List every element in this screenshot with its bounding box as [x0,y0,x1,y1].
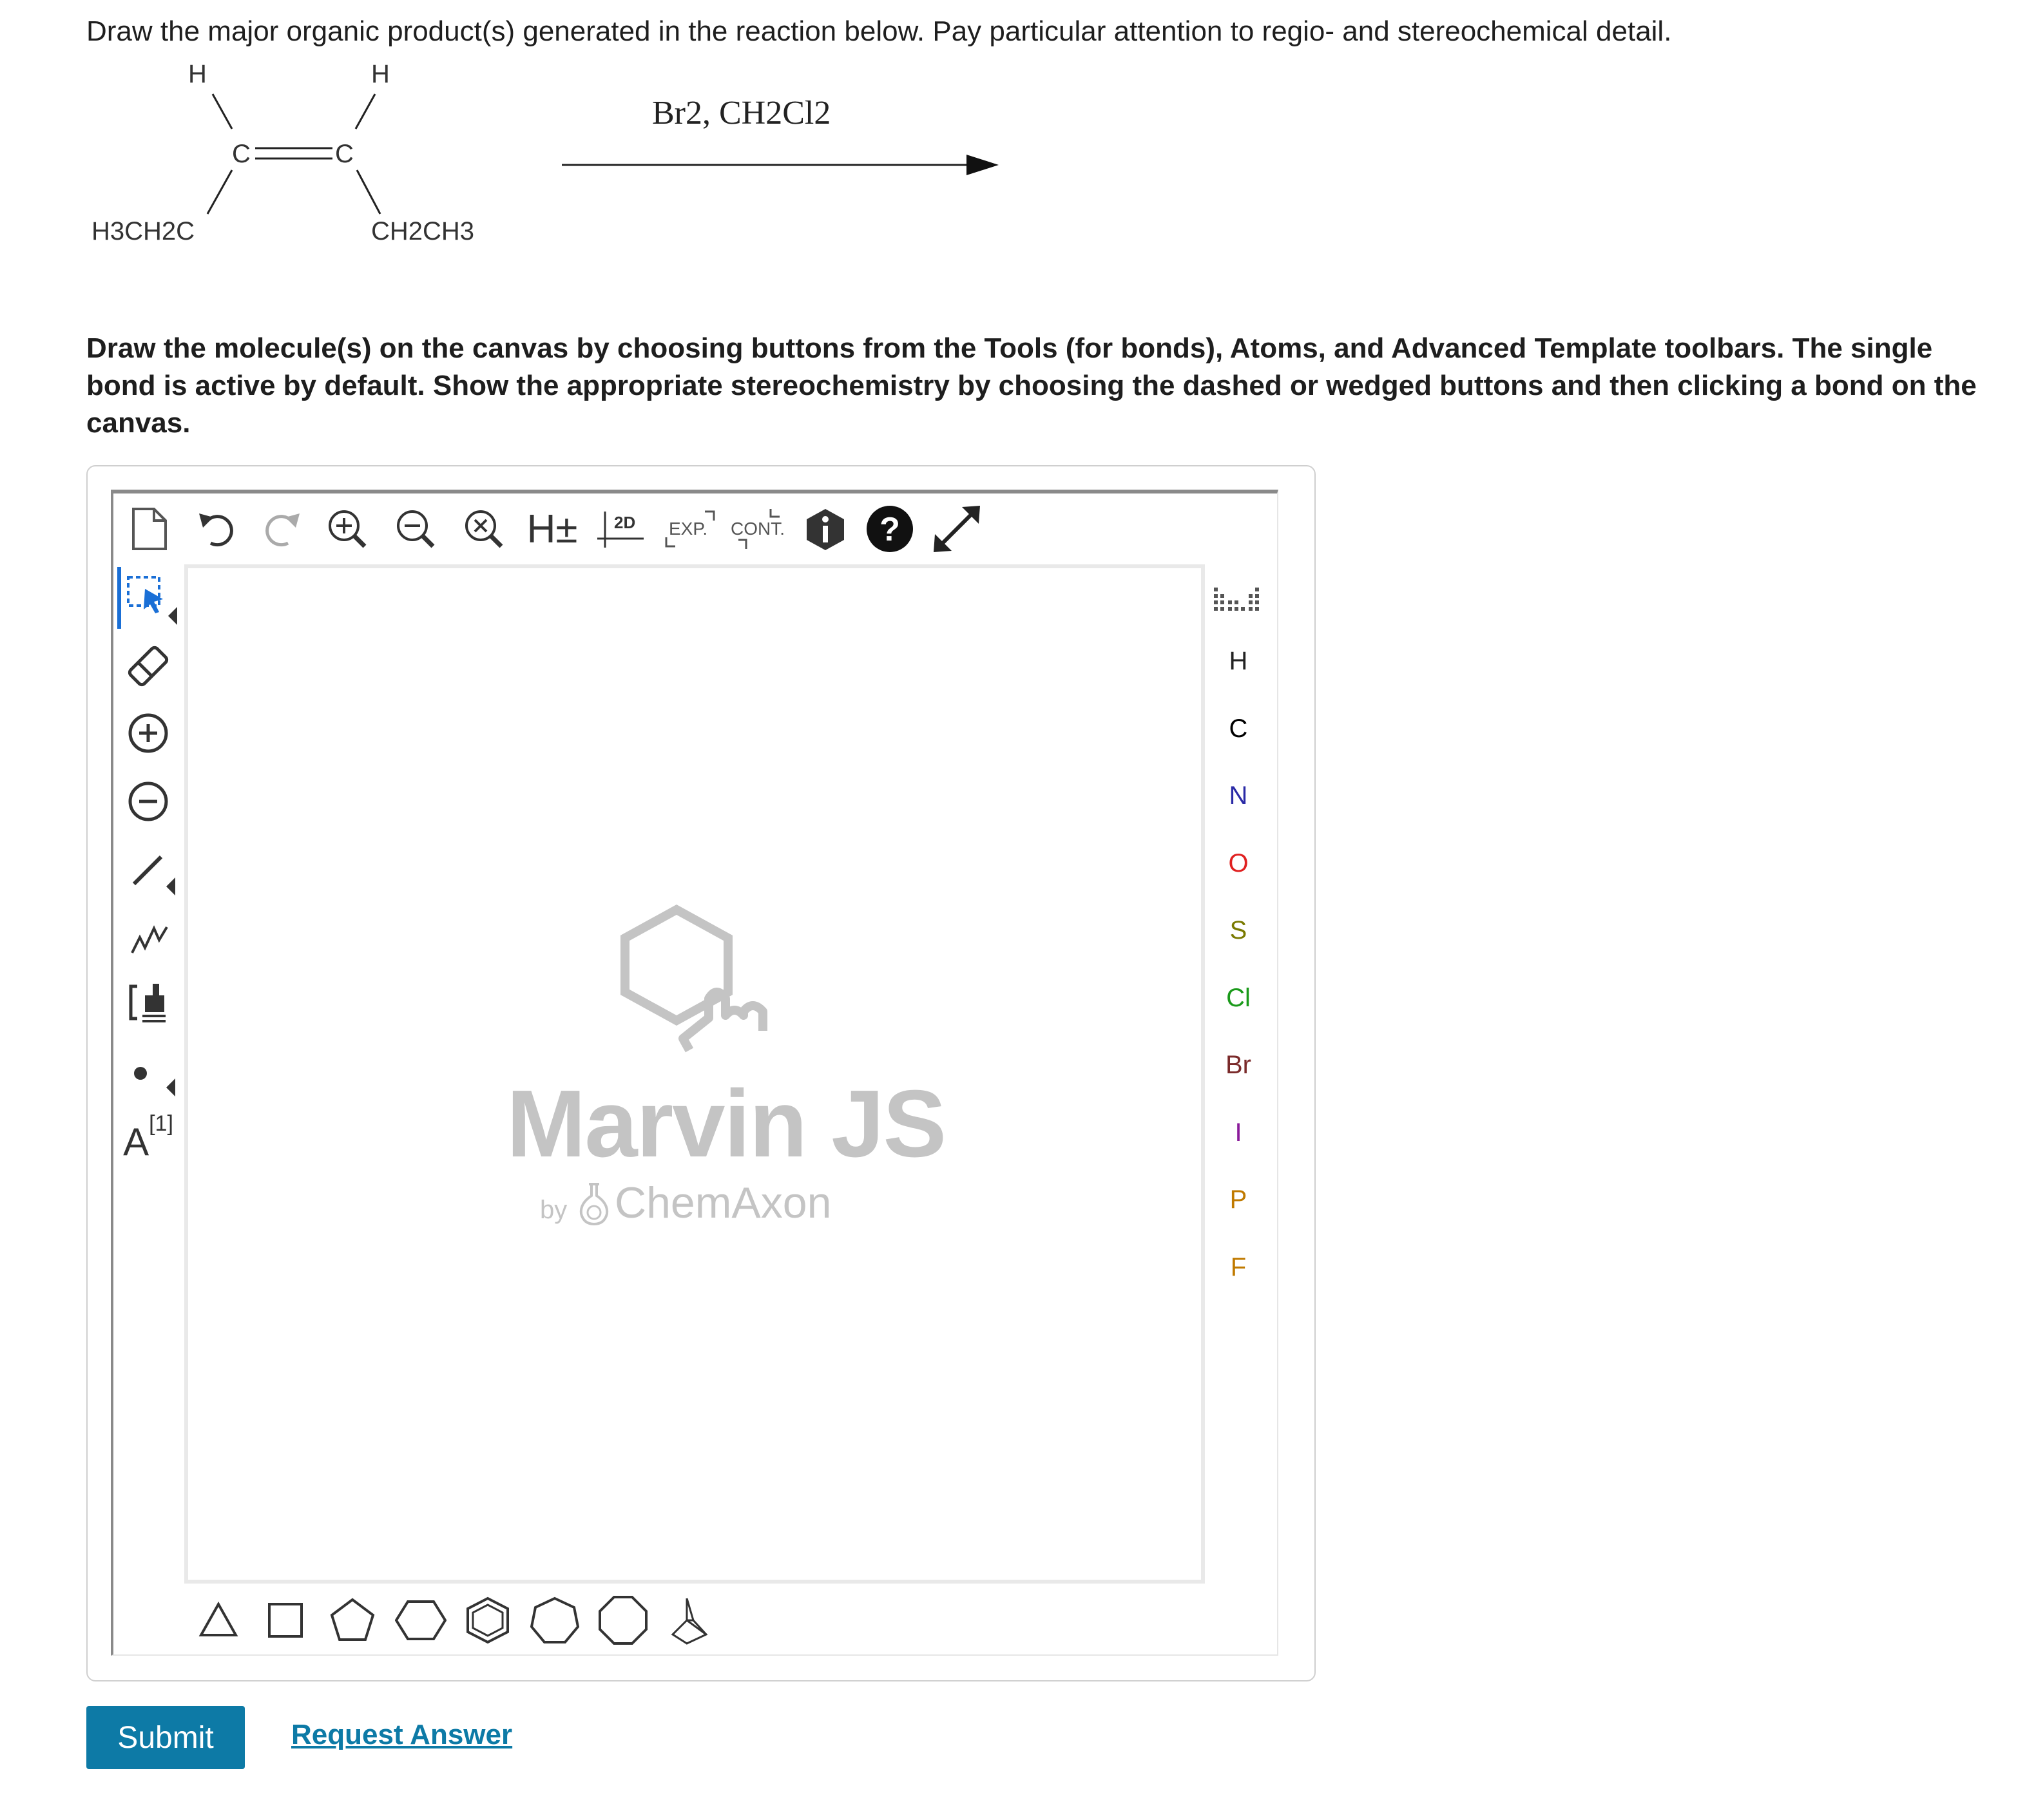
hexagon-template-icon[interactable] [392,1591,450,1649]
atom-button-cl[interactable]: Cl [1211,972,1265,1024]
benzene-template-icon[interactable] [459,1591,517,1649]
clean-2d-button[interactable]: 2D [593,500,651,558]
bond-sub-right [356,169,381,215]
question-text: Draw the major organic product(s) genera… [86,15,1672,47]
undo-icon[interactable] [187,500,245,558]
marvin-logo-company: ChemAxon [615,1178,832,1227]
decrease-charge-icon[interactable] [117,771,179,832]
atom-c-right: C [335,140,354,168]
atom-button-c[interactable]: C [1211,703,1265,754]
bond-h-right [354,93,376,129]
redo-icon[interactable] [254,500,312,558]
atom-c-left: C [232,140,251,168]
atom-button-h[interactable]: H [1211,635,1265,687]
atom-button-o[interactable]: O [1211,838,1265,889]
contract-label: CONT. [731,519,785,539]
request-answer-link[interactable]: Request Answer [291,1719,512,1751]
bicyclic-template-icon[interactable] [661,1591,719,1649]
sgroup-bracket-icon[interactable] [117,972,179,1033]
heptagon-template-icon[interactable] [526,1591,584,1649]
triangle-template-icon[interactable] [189,1591,247,1649]
marvin-logo-title: Marvin JS [506,1071,947,1177]
contract-button[interactable]: CONT. [724,500,795,558]
atom-button-f[interactable]: F [1211,1241,1265,1293]
expand-button[interactable]: EXP. [660,500,724,558]
bond-sub-left [206,169,233,215]
atom-h-right: H [371,60,390,88]
zoom-reset-icon[interactable] [455,500,513,558]
chemaxon-flask-icon [579,1183,609,1226]
select-tool-button[interactable] [117,567,179,629]
instructions-text: Draw the molecule(s) on the canvas by ch… [86,332,1977,439]
substituent-right: CH2CH3 [371,217,474,245]
substituent-left: H3CH2C [91,217,195,245]
reaction-arrow-head [966,155,999,175]
hydrogen-toggle-label: H± [526,506,578,551]
atom-button-n[interactable]: N [1211,770,1265,821]
fullscreen-icon[interactable] [928,500,986,558]
submit-button[interactable]: Submit [86,1706,245,1769]
atom-button-p[interactable]: P [1211,1174,1265,1225]
pentagon-template-icon[interactable] [323,1591,381,1649]
bond-h-left [211,93,233,129]
octagon-template-icon[interactable] [594,1591,652,1649]
eraser-icon[interactable] [117,635,179,697]
zoom-in-icon[interactable] [318,500,376,558]
atom-h-left: H [188,60,207,88]
marvin-logo-icon [620,905,767,1053]
svg-text:?: ? [879,511,900,548]
marvin-logo-by: by [540,1196,568,1224]
atom-button-br[interactable]: Br [1211,1039,1265,1091]
expand-label: EXP. [669,519,707,539]
atom-label-tool[interactable]: A [1] [117,1106,179,1167]
hydrogen-toggle-button[interactable]: H± [523,500,581,558]
new-document-icon[interactable] [120,500,178,558]
help-icon[interactable]: ? [861,500,919,558]
zoom-out-icon[interactable] [387,500,445,558]
chain-icon[interactable] [117,906,179,968]
atom-button-s[interactable]: S [1211,905,1265,956]
clean-2d-label: 2D [614,513,635,532]
single-bond-icon[interactable] [117,838,179,899]
atom-label-index: [1] [149,1111,173,1136]
reagents-label: Br2, CH2Cl2 [652,95,831,131]
increase-charge-icon[interactable] [117,702,179,764]
periodic-table-icon[interactable] [1211,572,1265,624]
square-template-icon[interactable] [256,1591,314,1649]
atom-label-letter: A [123,1120,149,1164]
atom-button-i[interactable]: I [1211,1107,1265,1158]
reaction-scheme: H H C C H3CH2C CH2CH3 Br2, CH2Cl2 [91,60,999,245]
radical-icon[interactable] [117,1039,179,1100]
info-icon[interactable] [796,500,854,558]
